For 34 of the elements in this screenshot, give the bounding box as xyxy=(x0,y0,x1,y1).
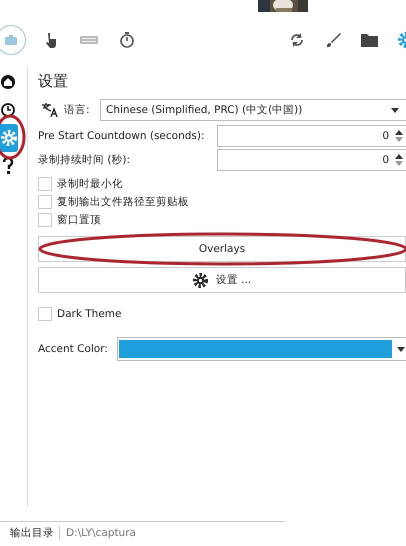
caret-icon xyxy=(397,346,405,352)
output-path: D:\LY\captura xyxy=(65,527,136,539)
language-label: 语言: xyxy=(64,103,91,117)
settings-button[interactable]: 设置 ... xyxy=(38,267,406,293)
folder-icon[interactable] xyxy=(361,33,378,47)
checkbox-label: 录制时最小化 xyxy=(57,177,123,191)
brush-icon[interactable] xyxy=(325,32,341,48)
language-dropdown[interactable]: Chinese (Simplified, PRC) (中文(中国)) xyxy=(100,99,406,121)
refresh-icon[interactable] xyxy=(289,32,305,48)
checkbox[interactable] xyxy=(38,177,52,191)
camera-tab[interactable] xyxy=(0,25,26,55)
number-field[interactable]: 0 xyxy=(217,125,406,147)
checkbox[interactable] xyxy=(38,195,52,209)
spinner-icon xyxy=(395,130,403,142)
translate-icon xyxy=(41,103,59,117)
output-folder-label: 输出目录 xyxy=(0,526,60,540)
keyboard-icon xyxy=(80,34,98,46)
accent-color-dropdown[interactable] xyxy=(117,337,406,361)
checkbox[interactable] xyxy=(38,307,52,321)
spinner-icon xyxy=(395,154,403,166)
accent-label: Accent Color: xyxy=(38,343,109,355)
number-field[interactable]: 0 xyxy=(217,149,406,171)
settings-title: 设置 xyxy=(38,72,69,91)
checkbox[interactable] xyxy=(38,213,52,227)
checkbox-label: Dark Theme xyxy=(57,308,122,320)
hand-icon xyxy=(43,31,59,49)
caret-icon xyxy=(391,108,399,112)
gear-icon xyxy=(192,272,208,288)
checkbox-label: 复制输出文件路径至剪贴板 xyxy=(57,195,189,209)
camera-icon xyxy=(3,32,19,48)
stopwatch-icon xyxy=(119,31,135,49)
number-label: 录制持续时间 (秒): xyxy=(38,153,132,167)
checkbox-label: 窗口置顶 xyxy=(57,213,101,227)
number-label: Pre Start Countdown (seconds): xyxy=(38,130,206,142)
